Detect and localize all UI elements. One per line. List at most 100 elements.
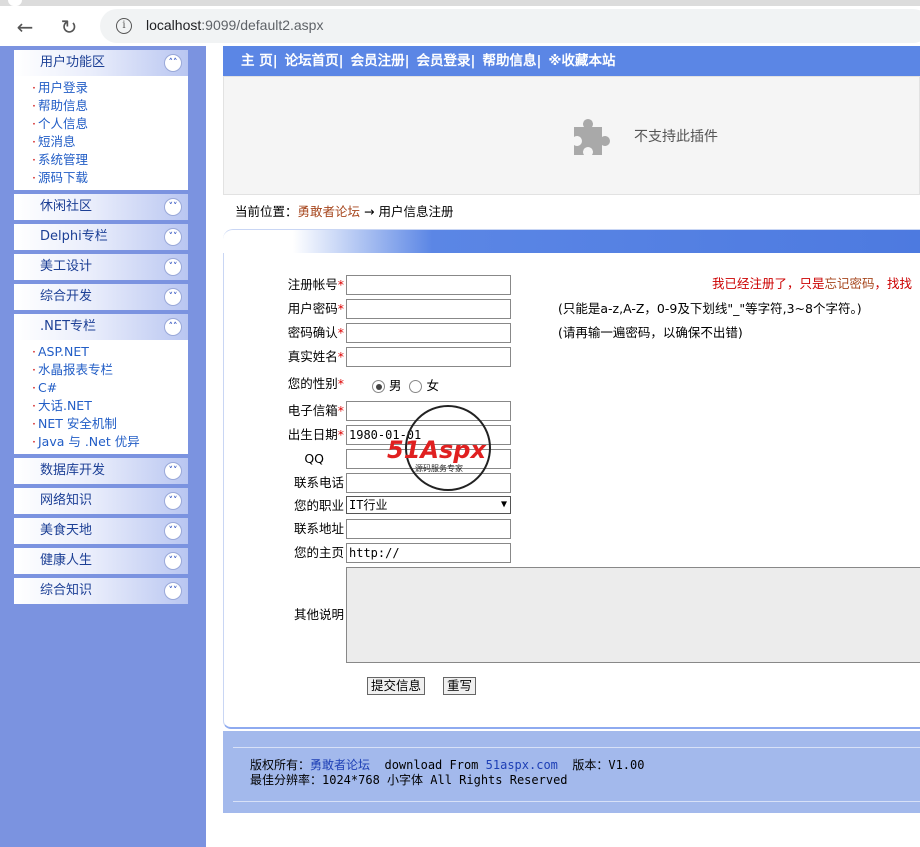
sidebar-item-label: 短消息 bbox=[37, 134, 76, 149]
chevron-up-icon[interactable]: ˄˄ bbox=[164, 318, 182, 336]
svg-text:源码服务专家: 源码服务专家 bbox=[415, 463, 463, 473]
gender-options: 男 女 bbox=[372, 375, 439, 394]
sidebar-item-label: C# bbox=[37, 380, 58, 395]
info-icon[interactable]: i bbox=[116, 18, 132, 34]
sidebar-item[interactable]: · 个人信息 bbox=[32, 115, 188, 133]
forgot-password-link[interactable]: 忘记密码 bbox=[825, 276, 875, 291]
sidebar-section-label: Delphi专栏 bbox=[40, 229, 108, 244]
bullet-icon: · bbox=[32, 398, 36, 413]
footer-divider-top bbox=[233, 747, 920, 748]
sidebar-section-header[interactable]: 美工设计 ˅˅ bbox=[14, 254, 188, 280]
sidebar-item[interactable]: · C# bbox=[32, 379, 188, 397]
sidebar-item-label: 水晶报表专栏 bbox=[37, 362, 113, 377]
confirm-password-input[interactable] bbox=[346, 323, 511, 343]
breadcrumb-prefix: 当前位置： bbox=[235, 204, 298, 219]
sidebar-item[interactable]: · 水晶报表专栏 bbox=[32, 361, 188, 379]
sidebar-item[interactable]: · 源码下载 bbox=[32, 169, 188, 187]
homepage-label: 您的主页 bbox=[293, 545, 344, 560]
sidebar-item[interactable]: · 用户登录 bbox=[32, 79, 188, 97]
bullet-icon: · bbox=[32, 116, 36, 131]
sidebar-item[interactable]: · Java 与 .Net 优异 bbox=[32, 433, 188, 451]
reload-icon[interactable]: ↻ bbox=[57, 16, 81, 38]
topnav-link[interactable]: 会员注册| bbox=[351, 53, 410, 69]
job-select[interactable]: IT行业 ▼ bbox=[346, 496, 511, 514]
sidebar-section-label: 美工设计 bbox=[40, 259, 93, 274]
breadcrumb-arrow: → bbox=[364, 204, 375, 219]
topnav-link[interactable]: 帮助信息| bbox=[482, 53, 541, 69]
bullet-icon: · bbox=[32, 362, 36, 377]
chevron-down-icon[interactable]: ˅˅ bbox=[164, 552, 182, 570]
realname-input[interactable] bbox=[346, 347, 511, 367]
back-arrow-icon[interactable]: ← bbox=[13, 16, 37, 38]
topnav-link[interactable]: ※收藏本站 bbox=[548, 53, 615, 69]
chevron-up-icon[interactable]: ˄˄ bbox=[164, 54, 182, 72]
chevron-down-icon[interactable]: ˅˅ bbox=[164, 288, 182, 306]
topnav-link[interactable]: 论坛首页| bbox=[285, 53, 344, 69]
sidebar-item[interactable]: · 大话.NET bbox=[32, 397, 188, 415]
sidebar-section-header[interactable]: 网络知识 ˅˅ bbox=[14, 488, 188, 514]
sidebar-section-label: 网络知识 bbox=[40, 493, 93, 508]
sidebar-item[interactable]: · NET 安全机制 bbox=[32, 415, 188, 433]
sidebar-item-label: 大话.NET bbox=[37, 398, 92, 413]
sidebar-section-header[interactable]: 美食天地 ˅˅ bbox=[14, 518, 188, 544]
chevron-down-icon[interactable]: ˅˅ bbox=[164, 258, 182, 276]
account-input[interactable] bbox=[346, 275, 511, 295]
bullet-icon: · bbox=[32, 80, 36, 95]
qq-label: QQ bbox=[304, 451, 324, 466]
birthday-label: 出生日期* bbox=[287, 427, 344, 442]
sidebar-item[interactable]: · 短消息 bbox=[32, 133, 188, 151]
job-label: 您的职业 bbox=[293, 498, 344, 513]
sidebar-item[interactable]: · 系统管理 bbox=[32, 151, 188, 169]
sidebar-section-header[interactable]: Delphi专栏 ˅˅ bbox=[14, 224, 188, 250]
url-text[interactable]: localhost:9099/default2.aspx bbox=[146, 17, 323, 33]
account-label: 注册帐号* bbox=[287, 277, 344, 292]
sidebar-section-header[interactable]: 综合知识 ˅˅ bbox=[14, 578, 188, 604]
address-bar[interactable]: i localhost:9099/default2.aspx bbox=[100, 9, 920, 43]
sidebar-section-header[interactable]: 休闲社区 ˅˅ bbox=[14, 194, 188, 220]
chevron-down-icon[interactable]: ˅˅ bbox=[164, 228, 182, 246]
sidebar-section-header[interactable]: 数据库开发 ˅˅ bbox=[14, 458, 188, 484]
chevron-down-icon[interactable]: ˅˅ bbox=[164, 462, 182, 480]
chevron-down-icon[interactable]: ˅˅ bbox=[164, 522, 182, 540]
form-footer-bar bbox=[223, 713, 920, 729]
sidebar-section-label: 用户功能区 bbox=[40, 55, 106, 70]
footer-text: 版权所有：勇敢者论坛 download From 51aspx.com 版本：V… bbox=[250, 758, 645, 787]
footer-forum-link[interactable]: 勇敢者论坛 bbox=[310, 758, 370, 772]
reset-button[interactable]: 重写 bbox=[443, 677, 477, 695]
top-navigation: 主 页| 论坛首页| 会员注册| 会员登录| 帮助信息| ※收藏本站 bbox=[223, 46, 920, 76]
gender-male-radio[interactable] bbox=[372, 380, 385, 393]
sidebar-item[interactable]: · ASP.NET bbox=[32, 343, 188, 361]
footer-divider-bottom bbox=[233, 801, 920, 802]
address-label: 联系地址 bbox=[293, 521, 344, 536]
sidebar-section-header[interactable]: 综合开发 ˅˅ bbox=[14, 284, 188, 310]
topnav-link[interactable]: 会员登录| bbox=[417, 53, 476, 69]
homepage-input[interactable]: http:// bbox=[346, 543, 511, 563]
sidebar-item-label: 用户登录 bbox=[37, 80, 88, 95]
sidebar-item[interactable]: · 帮助信息 bbox=[32, 97, 188, 115]
gender-female-radio[interactable] bbox=[409, 380, 423, 393]
sidebar-section-label: 数据库开发 bbox=[40, 463, 106, 478]
topnav-link[interactable]: 主 页| bbox=[241, 53, 278, 69]
footer-51aspx-link[interactable]: 51aspx.com bbox=[486, 758, 558, 772]
password-input[interactable] bbox=[346, 299, 511, 319]
bullet-icon: · bbox=[32, 170, 36, 185]
remarks-textarea[interactable] bbox=[346, 567, 920, 663]
sidebar-section-label: 综合开发 bbox=[40, 289, 93, 304]
sidebar: 用户功能区 ˄˄ · 用户登录 · 帮助信息 · 个人信息 · 短消息 · 系统管理 · 源码下载 休闲社区… bbox=[0, 46, 206, 847]
sidebar-section-header[interactable]: .NET专栏 ˄˄ bbox=[14, 314, 188, 340]
sidebar-item-label: 源码下载 bbox=[37, 170, 88, 185]
remarks-label: 其他说明 bbox=[293, 607, 344, 622]
chevron-down-icon[interactable]: ˅˅ bbox=[164, 198, 182, 216]
sidebar-section-header[interactable]: 健康人生 ˅˅ bbox=[14, 548, 188, 574]
chevron-down-icon[interactable]: ˅˅ bbox=[164, 582, 182, 600]
chevron-down-icon[interactable]: ˅˅ bbox=[164, 492, 182, 510]
address-input[interactable] bbox=[346, 519, 511, 539]
plugin-message: 不支持此插件 bbox=[634, 129, 718, 145]
submit-button[interactable]: 提交信息 bbox=[367, 677, 426, 695]
sidebar-section-label: 综合知识 bbox=[40, 583, 93, 598]
sidebar-item-label: ASP.NET bbox=[37, 344, 89, 359]
breadcrumb-home-link[interactable]: 勇敢者论坛 bbox=[298, 204, 361, 219]
sidebar-section-header[interactable]: 用户功能区 ˄˄ bbox=[14, 50, 188, 76]
registration-form: 我已经注册了，只是忘记密码，找找 注册帐号* 用户密码* (只能是a-z,A-Z… bbox=[223, 253, 920, 713]
bullet-icon: · bbox=[32, 134, 36, 149]
